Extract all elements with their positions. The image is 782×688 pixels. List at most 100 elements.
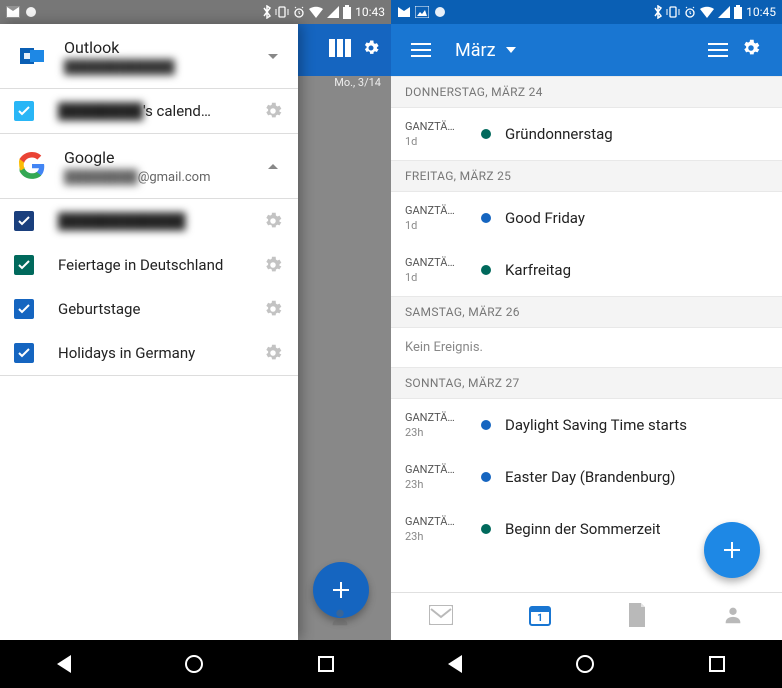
event-time: GANZTÄ… 1d	[405, 204, 477, 232]
no-event-label: Kein Ereignis.	[391, 328, 782, 367]
event-time: GANZTÄ… 1d	[405, 256, 477, 284]
calendar-row[interactable]: Holidays in Germany	[0, 331, 298, 375]
bluetooth-icon	[263, 5, 271, 19]
event-title: Karfreitag	[505, 261, 768, 279]
settings-icon[interactable]	[361, 38, 381, 62]
event-time: GANZTÄ… 23h	[405, 515, 477, 543]
nav-back-icon[interactable]	[448, 655, 462, 673]
settings-icon[interactable]	[734, 37, 768, 63]
mail-notif-icon	[397, 6, 411, 18]
checkbox[interactable]	[14, 255, 34, 275]
checkbox[interactable]	[14, 211, 34, 231]
appbar: März	[391, 24, 782, 76]
navigation-drawer: Outlook ████████████ ████████'s calend…	[0, 24, 298, 640]
people-tab-icon[interactable]	[329, 606, 351, 632]
calendar-row[interactable]: ████████'s calend…	[0, 89, 298, 133]
signal-icon	[327, 6, 339, 18]
calendar-label: Holidays in Germany	[58, 344, 262, 362]
nav-recent-icon[interactable]	[709, 656, 725, 672]
image-notif-icon	[415, 6, 429, 18]
gear-icon[interactable]	[262, 342, 284, 364]
event-row[interactable]: GANZTÄ… 23h Daylight Saving Time starts	[391, 399, 782, 451]
event-dot-icon	[481, 472, 491, 482]
android-navbar	[391, 640, 782, 688]
backdrop-date: Mo., 3/14	[334, 76, 381, 89]
list-view-icon[interactable]	[702, 43, 734, 57]
account-email: ████████@gmail.com	[64, 169, 268, 185]
menu-icon[interactable]	[405, 43, 437, 57]
nav-files[interactable]	[627, 603, 647, 631]
nav-back-icon[interactable]	[57, 655, 71, 673]
status-clock: 10:45	[746, 5, 776, 19]
status-clock: 10:43	[355, 5, 385, 19]
account-header-google[interactable]: Google ████████@gmail.com	[0, 134, 298, 198]
google-icon	[14, 148, 50, 184]
nav-mail[interactable]	[429, 605, 453, 629]
calendar-label: ████████'s calend…	[58, 102, 262, 120]
calendar-row[interactable]: ████████████	[0, 199, 298, 243]
gear-icon[interactable]	[262, 254, 284, 276]
account-header-outlook[interactable]: Outlook ████████████	[0, 24, 298, 88]
month-label: März	[455, 40, 496, 61]
chevron-down-icon[interactable]	[268, 54, 278, 59]
checkbox[interactable]	[14, 343, 34, 363]
vibrate-icon	[666, 6, 680, 18]
fab-add-event[interactable]	[704, 522, 760, 578]
day-header: SONNTAG, MÄRZ 27	[391, 367, 782, 399]
battery-icon	[734, 5, 742, 19]
gear-icon[interactable]	[262, 298, 284, 320]
signal-icon	[718, 6, 730, 18]
calendar-label: Feiertage in Deutschland	[58, 256, 262, 274]
vibrate-icon	[275, 6, 289, 18]
chevron-down-icon	[506, 47, 516, 53]
account-title: Google	[64, 148, 268, 167]
event-title: Gründonnerstag	[505, 125, 768, 143]
bottom-nav: 1	[391, 592, 782, 640]
event-title: Daylight Saving Time starts	[505, 416, 768, 434]
battery-icon	[343, 5, 351, 19]
agenda-list[interactable]: DONNERSTAG, MÄRZ 24 GANZTÄ… 1d Gründonne…	[391, 76, 782, 592]
bluetooth-icon	[654, 5, 662, 19]
gear-icon[interactable]	[262, 100, 284, 122]
day-header: DONNERSTAG, MÄRZ 24	[391, 76, 782, 108]
alarm-icon	[293, 6, 305, 18]
android-navbar	[0, 640, 391, 688]
android-head-icon	[24, 5, 38, 19]
event-dot-icon	[481, 524, 491, 534]
nav-people[interactable]	[722, 604, 744, 630]
nav-home-icon[interactable]	[576, 655, 594, 673]
calendar-row[interactable]: Feiertage in Deutschland	[0, 243, 298, 287]
pane-agenda: 10:45 März DONNERSTAG, MÄRZ 24 GANZTÄ… 1…	[391, 0, 782, 688]
pane-drawer: 10:43 Mo., 3/14 Outlook █████████	[0, 0, 391, 688]
nav-calendar[interactable]: 1	[528, 603, 552, 631]
svg-text:1: 1	[537, 613, 543, 624]
nav-home-icon[interactable]	[185, 655, 203, 673]
event-time: GANZTÄ… 23h	[405, 463, 477, 491]
account-title: Outlook	[64, 38, 268, 57]
event-row[interactable]: GANZTÄ… 1d Good Friday	[391, 192, 782, 244]
divider	[0, 375, 298, 376]
event-row[interactable]: GANZTÄ… 1d Karfreitag	[391, 244, 782, 296]
status-bar: 10:43	[0, 0, 391, 24]
gear-icon[interactable]	[262, 210, 284, 232]
outlook-icon	[14, 38, 50, 74]
status-bar: 10:45	[391, 0, 782, 24]
nav-recent-icon[interactable]	[318, 656, 334, 672]
view-toggle-icon[interactable]	[329, 39, 351, 61]
mail-notif-icon	[6, 6, 20, 18]
month-picker[interactable]: März	[455, 40, 516, 61]
calendar-label-redacted: ████████████	[58, 212, 262, 230]
event-dot-icon	[481, 129, 491, 139]
event-title: Good Friday	[505, 209, 768, 227]
event-row[interactable]: GANZTÄ… 1d Gründonnerstag	[391, 108, 782, 160]
checkbox[interactable]	[14, 299, 34, 319]
event-dot-icon	[481, 265, 491, 275]
alarm-icon	[684, 6, 696, 18]
day-header: SAMSTAG, MÄRZ 26	[391, 296, 782, 328]
chevron-up-icon[interactable]	[268, 164, 278, 169]
calendar-row[interactable]: Geburtstage	[0, 287, 298, 331]
event-row[interactable]: GANZTÄ… 23h Easter Day (Brandenburg)	[391, 451, 782, 503]
checkbox[interactable]	[14, 101, 34, 121]
event-dot-icon	[481, 420, 491, 430]
wifi-icon	[700, 6, 714, 18]
